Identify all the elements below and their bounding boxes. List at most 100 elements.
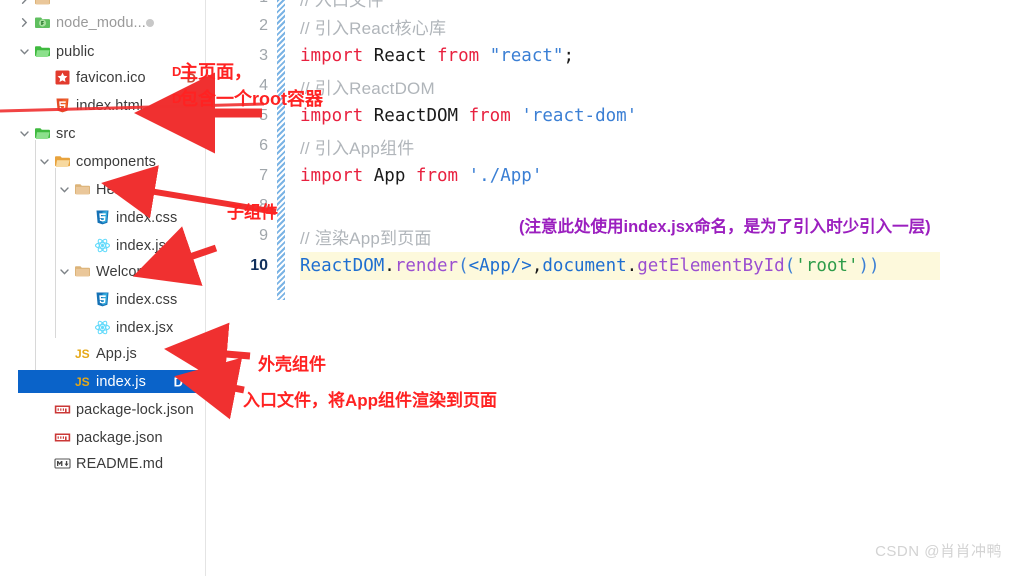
icon-react-icon: [94, 319, 111, 336]
tree-item-label: components: [76, 153, 156, 170]
code-text: ReactDOM.render(<App/>,document.getEleme…: [300, 256, 880, 276]
chevron-down-icon[interactable]: [18, 45, 31, 58]
code-text: import ReactDOM from 'react-dom': [300, 106, 637, 126]
code-line[interactable]: 7 import App from './App': [206, 162, 1020, 190]
tree-item-components[interactable]: components: [0, 150, 206, 173]
tree-item-hello[interactable]: Hello: [0, 178, 206, 201]
line-number: 1: [206, 0, 268, 7]
tree-item-label: public: [56, 43, 95, 60]
folder-components-icon: [54, 153, 71, 170]
code-token: render: [394, 256, 459, 276]
tree-item-welcome[interactable]: Welcome: [0, 260, 206, 283]
line-number: 2: [259, 17, 268, 34]
code-token: 'react-dom': [521, 106, 638, 126]
line-number: 9: [259, 227, 268, 244]
code-line[interactable]: 2 // 引入React核心库: [206, 12, 1020, 40]
code-line[interactable]: 1 // 入口文件: [206, 0, 1020, 12]
code-token: App: [373, 166, 406, 186]
code-text: // 渲染App到页面: [300, 224, 432, 249]
anno-shell-comp: 外壳组件: [258, 355, 326, 374]
chevron-down-icon[interactable]: [18, 127, 31, 140]
folder-open-icon: [34, 0, 51, 8]
code-token: from: [468, 106, 511, 126]
icon-npm-icon: [54, 401, 71, 418]
tree-item-app-js[interactable]: JS App.js D: [0, 342, 206, 365]
icon-favicon-icon: [54, 69, 71, 86]
code-token: .: [626, 256, 638, 276]
code-token: <App/>: [468, 256, 532, 276]
tree-item-label: index.js: [96, 373, 146, 390]
folder-node-icon: [34, 14, 51, 31]
code-editor[interactable]: 1 // 入口文件 2 // 引入React核心库 3import React from…: [206, 0, 1020, 576]
icon-md-icon: [54, 455, 71, 472]
code-token: React: [373, 46, 427, 66]
chevron-right-icon[interactable]: [18, 0, 31, 6]
line-number: 6: [259, 137, 268, 154]
tree-item-index-jsx[interactable]: index.jsx: [0, 234, 206, 257]
chevron-right-icon[interactable]: [18, 16, 31, 29]
tree-item-index-js[interactable]: JS index.js D: [18, 370, 205, 393]
code-token: // 引入App组件: [300, 138, 415, 158]
tree-item-node-modu-[interactable]: node_modu...: [0, 11, 206, 34]
chevron-down-icon[interactable]: [38, 155, 51, 168]
icon-react-icon: [94, 237, 111, 254]
icon-npm-icon: [54, 429, 71, 446]
tree-item-label: index.jsx: [116, 319, 174, 336]
code-line[interactable]: 4// 引入ReactDOM: [206, 72, 1020, 100]
tree-item-label: App.js: [96, 345, 137, 362]
line-number: 7: [259, 167, 268, 184]
tree-item-readme-md[interactable]: README.md: [0, 452, 206, 475]
git-status-badge: D: [186, 346, 196, 361]
code-line[interactable]: 10 ReactDOM.render(<App/>,document.getEle…: [206, 252, 1020, 280]
code-token: // 引入React核心库: [300, 18, 447, 38]
anno-child-comp: 子组件: [227, 203, 278, 222]
code-token: .: [384, 256, 395, 276]
file-explorer-panel: __partial__ node_modu...public favicon.ico…: [0, 0, 206, 576]
tree-item-label: index.html: [76, 97, 144, 114]
tree-item-package-json[interactable]: package.json: [0, 426, 206, 449]
git-status-badge: D: [172, 91, 182, 106]
code-token: )): [858, 256, 880, 276]
code-token: // 入口文件: [300, 0, 384, 10]
tree-item-index-css[interactable]: index.css: [0, 288, 206, 311]
svg-text:JS: JS: [75, 347, 90, 361]
icon-css-icon: [94, 291, 111, 308]
code-line[interactable]: 6 // 引入App组件: [206, 132, 1020, 160]
chevron-down-icon[interactable]: [58, 183, 71, 196]
icon-css-icon: [94, 209, 111, 226]
tree-item-package-lock-json[interactable]: package-lock.json: [0, 398, 206, 421]
anno-home-page: 主页面，: [180, 62, 252, 82]
code-text: import App from './App': [300, 166, 542, 186]
code-text: // 引入App组件: [300, 134, 414, 159]
code-token: // 渲染App到页面: [300, 228, 432, 248]
anno-entry-file: 入口文件，将App组件渲染到页面: [243, 391, 498, 410]
code-line[interactable]: 5 import ReactDOM from 'react-dom': [206, 102, 1020, 130]
chevron-down-icon[interactable]: [58, 265, 71, 278]
editor-inline-note: (注意此处使用index.jsx命名，是为了引入时少引入一层): [519, 218, 931, 236]
code-token: './App': [468, 166, 543, 186]
unsaved-dot-icon: [146, 18, 154, 27]
tree-item-index-css[interactable]: index.css: [0, 206, 206, 229]
code-line[interactable]: 3 import React from "react";: [206, 42, 1020, 70]
tree-item--partial-[interactable]: __partial__: [0, 0, 206, 11]
code-token: ,: [531, 256, 543, 276]
code-token: from: [415, 166, 459, 186]
tree-item-src[interactable]: src: [0, 122, 206, 145]
code-token: from: [437, 46, 480, 66]
tree-item-index-jsx[interactable]: index.jsx: [0, 316, 206, 339]
tree-item-public[interactable]: public: [0, 40, 206, 63]
code-token: import: [300, 46, 364, 66]
code-token: document: [542, 256, 627, 276]
icon-html-icon: [54, 97, 71, 114]
folder-open-green-icon: [34, 43, 51, 60]
